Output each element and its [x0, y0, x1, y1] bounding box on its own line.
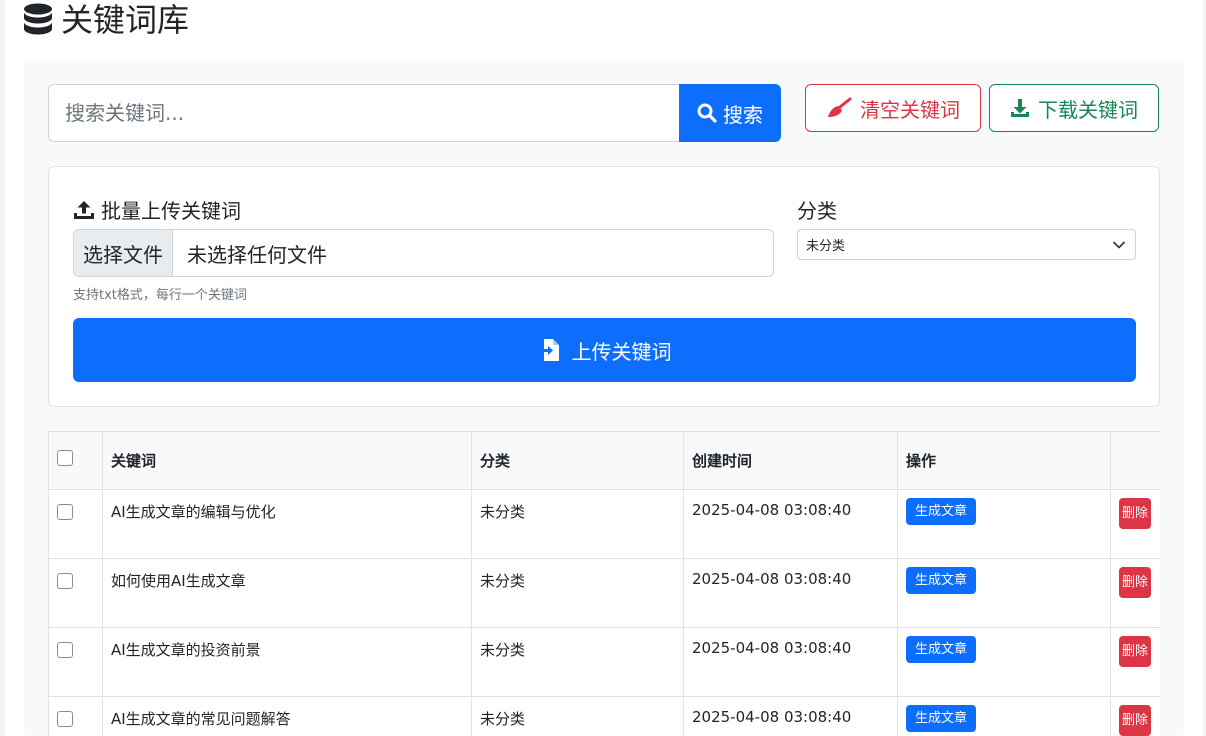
row-category: 未分类 [471, 696, 684, 736]
upload-icon [74, 200, 94, 219]
page: 关键词库 搜索 清空关键词 [5, 0, 1203, 736]
broom-icon [828, 97, 852, 117]
database-icon [24, 3, 52, 35]
table-header-row: 关键词 分类 创建时间 操作 [48, 432, 1160, 490]
row-keyword: AI生成文章的投资前景 [102, 627, 472, 697]
row-checkbox[interactable] [57, 572, 73, 589]
row-created: 2025-04-08 03:08:40 [683, 489, 898, 559]
clear-keywords-label: 清空关键词 [860, 97, 960, 122]
row-category: 未分类 [471, 558, 684, 628]
search-input[interactable] [48, 84, 679, 142]
row-keyword: 如何使用AI生成文章 [102, 558, 472, 628]
download-icon [1011, 99, 1029, 117]
generate-article-button[interactable]: 生成文章 [906, 635, 977, 663]
category-label: 分类 [797, 199, 837, 223]
upload-help-text: 支持txt格式，每行一个关键词 [73, 288, 247, 303]
delete-button[interactable]: 删除 [1119, 566, 1151, 598]
choose-file-button[interactable]: 选择文件 [74, 230, 173, 276]
search-button-label: 搜索 [723, 102, 763, 127]
table-row: AI生成文章的编辑与优化 未分类 2025-04-08 03:08:40 生成文… [48, 489, 1160, 559]
header-created: 创建时间 [683, 432, 898, 490]
row-checkbox[interactable] [57, 503, 73, 520]
generate-article-button[interactable]: 生成文章 [906, 497, 977, 525]
file-input[interactable]: 选择文件 未选择任何文件 [73, 229, 774, 277]
header-category: 分类 [471, 432, 684, 490]
download-keywords-label: 下载关键词 [1038, 97, 1138, 122]
delete-button[interactable]: 删除 [1119, 497, 1151, 529]
upload-label-text: 批量上传关键词 [101, 199, 241, 223]
file-status: 未选择任何文件 [187, 242, 327, 267]
row-category: 未分类 [471, 489, 684, 559]
search-button[interactable]: 搜索 [679, 84, 781, 142]
category-select[interactable]: 未分类 [797, 229, 1136, 260]
upload-keywords-button[interactable]: 上传关键词 [73, 318, 1136, 382]
row-created: 2025-04-08 03:08:40 [683, 627, 898, 697]
search-group: 搜索 [48, 84, 781, 142]
generate-article-button[interactable]: 生成文章 [906, 704, 977, 732]
category-select-value: 未分类 [806, 239, 846, 254]
delete-button[interactable]: 删除 [1119, 704, 1151, 736]
delete-button[interactable]: 删除 [1119, 635, 1151, 667]
download-keywords-button[interactable]: 下载关键词 [989, 84, 1159, 132]
header-keyword: 关键词 [102, 432, 472, 490]
clear-keywords-button[interactable]: 清空关键词 [805, 84, 981, 132]
row-keyword: AI生成文章的编辑与优化 [102, 489, 472, 559]
page-header: 关键词库 [23, 0, 189, 40]
upload-label: 批量上传关键词 [73, 195, 241, 224]
header-extra [1110, 432, 1160, 490]
file-import-icon [537, 339, 559, 361]
main-panel: 搜索 清空关键词 下载关键词 [24, 60, 1184, 736]
row-created: 2025-04-08 03:08:40 [683, 558, 898, 628]
keyword-table: 关键词 分类 创建时间 操作 AI生成文章的编辑与优化 未分类 2025-04-… [48, 431, 1160, 736]
select-all-checkbox[interactable] [57, 450, 73, 467]
generate-article-button[interactable]: 生成文章 [906, 566, 977, 594]
page-title: 关键词库 [61, 1, 190, 39]
row-checkbox[interactable] [57, 710, 73, 727]
select-all-cell [48, 432, 103, 490]
chevron-down-icon [1113, 241, 1125, 248]
table-row: AI生成文章的投资前景 未分类 2025-04-08 03:08:40 生成文章… [48, 627, 1160, 697]
row-created: 2025-04-08 03:08:40 [683, 696, 898, 736]
row-category: 未分类 [471, 627, 684, 697]
table-row: AI生成文章的常见问题解答 未分类 2025-04-08 03:08:40 生成… [48, 696, 1160, 736]
header-actions: 操作 [897, 432, 1111, 490]
upload-card: 批量上传关键词 选择文件 未选择任何文件 支持txt格式，每行一个关键词 分类 … [48, 166, 1160, 407]
row-checkbox[interactable] [57, 641, 73, 658]
search-icon [697, 103, 717, 123]
row-keyword: AI生成文章的常见问题解答 [102, 696, 472, 736]
table-row: 如何使用AI生成文章 未分类 2025-04-08 03:08:40 生成文章 … [48, 558, 1160, 628]
upload-keywords-label: 上传关键词 [571, 339, 672, 364]
